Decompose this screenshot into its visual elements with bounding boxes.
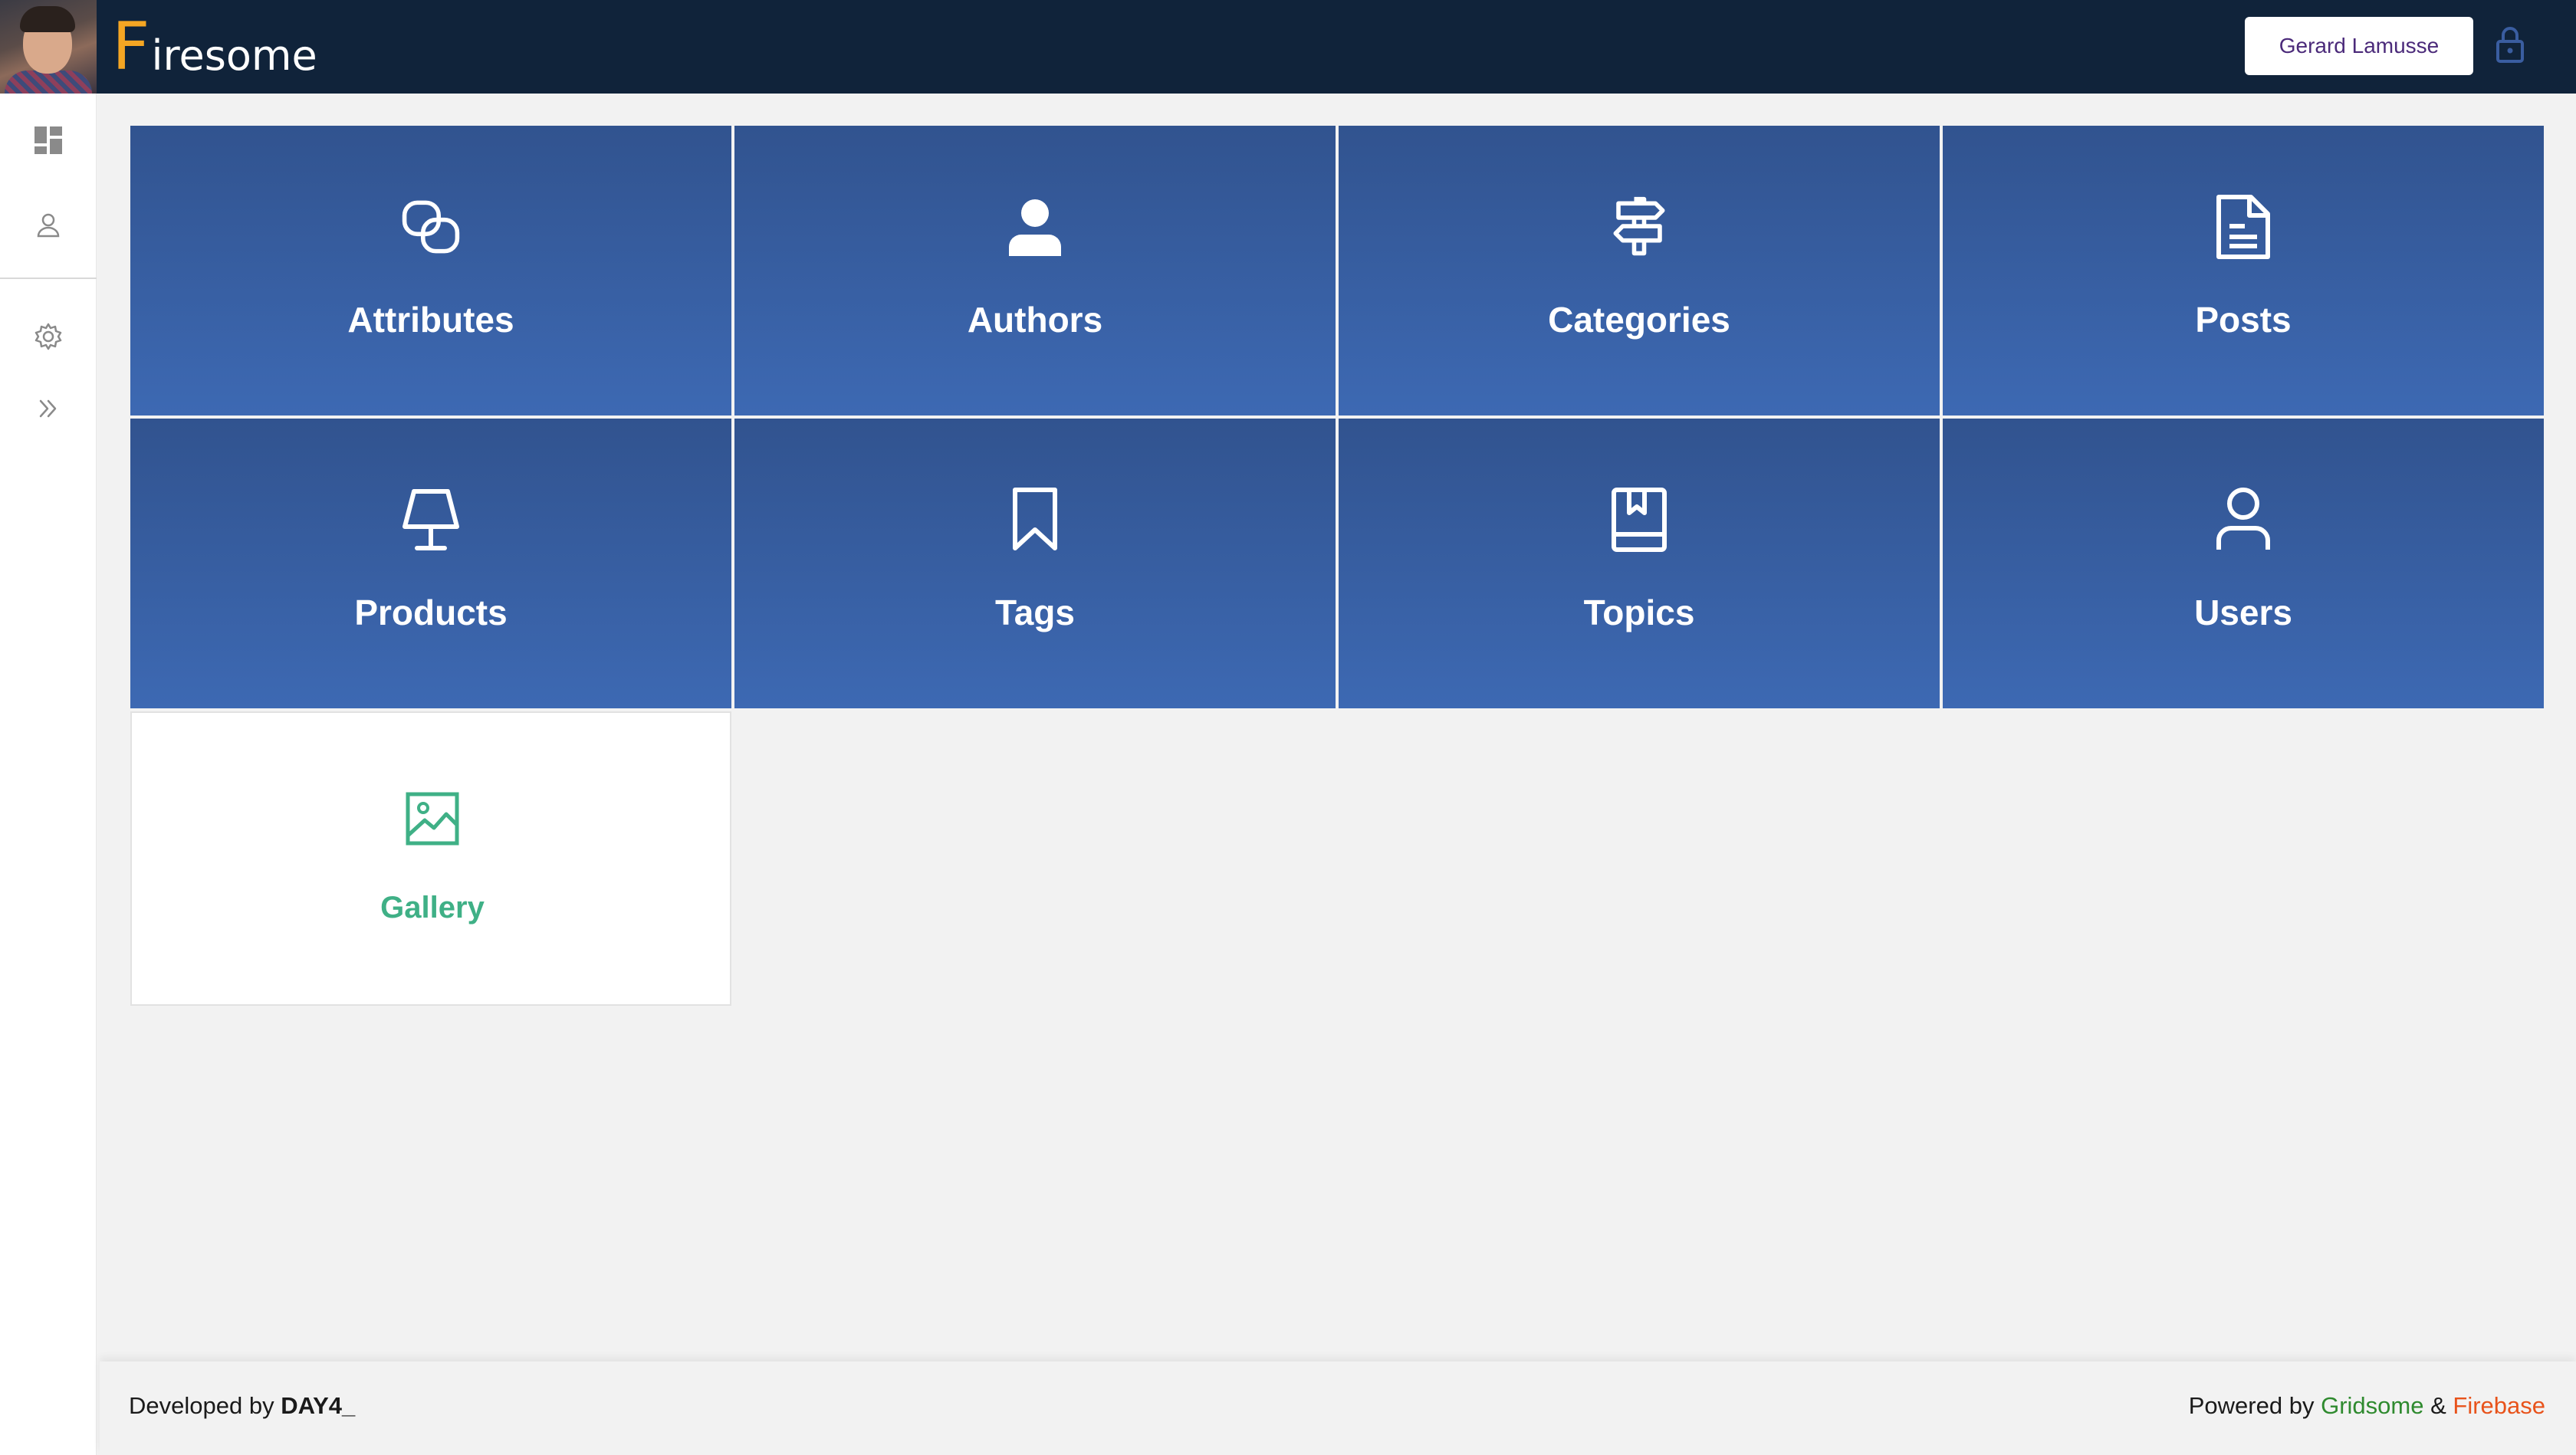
footer-developed: Developed by DAY4_	[129, 1392, 355, 1420]
developer-link[interactable]: DAY4_	[281, 1392, 355, 1419]
powered-prefix: Powered by	[2188, 1392, 2315, 1419]
tile-label: Products	[354, 593, 508, 632]
document-icon	[2213, 195, 2274, 259]
bookmark-icon	[1004, 488, 1066, 552]
app-logo[interactable]: F iresome	[112, 11, 317, 80]
user-name-button[interactable]: Gerard Lamusse	[2245, 17, 2473, 75]
tile-authors[interactable]: Authors	[734, 126, 1336, 415]
tile-users[interactable]: Users	[1943, 419, 2544, 708]
top-bar: F iresome Gerard Lamusse	[0, 0, 2576, 94]
signpost-icon	[1608, 195, 1670, 259]
tile-topics[interactable]: Topics	[1339, 419, 1940, 708]
expand-icon[interactable]	[29, 389, 67, 428]
logo-text: iresome	[151, 31, 317, 80]
sidebar	[0, 94, 97, 1455]
tile-label: Authors	[967, 300, 1103, 340]
sidebar-divider	[0, 278, 97, 279]
logo-letter: F	[112, 8, 150, 85]
tile-posts[interactable]: Posts	[1943, 126, 2544, 415]
dashboard-icon[interactable]	[29, 121, 67, 159]
developed-prefix: Developed by	[129, 1392, 274, 1419]
tile-label: Users	[2194, 593, 2292, 632]
footer: Developed by DAY4_ Powered by Gridsome &…	[100, 1361, 2576, 1455]
image-icon	[402, 787, 463, 851]
firebase-link[interactable]: Firebase	[2453, 1392, 2545, 1419]
lock-icon[interactable]	[2493, 25, 2527, 64]
user-outline-icon	[2213, 488, 2274, 552]
tile-attributes[interactable]: Attributes	[130, 126, 731, 415]
tile-label: Posts	[2195, 300, 2292, 340]
tile-label: Categories	[1548, 300, 1730, 340]
user-icon[interactable]	[29, 205, 67, 244]
link-icon	[400, 195, 462, 259]
user-avatar[interactable]	[0, 0, 97, 94]
tile-label: Tags	[995, 593, 1075, 632]
person-icon	[1004, 195, 1066, 259]
gridsome-link[interactable]: Gridsome	[2321, 1392, 2423, 1419]
tile-products[interactable]: Products	[130, 419, 731, 708]
tile-tags[interactable]: Tags	[734, 419, 1336, 708]
tile-label: Topics	[1583, 593, 1695, 632]
book-icon	[1608, 488, 1670, 552]
tile-label: Gallery	[380, 891, 485, 925]
footer-powered: Powered by Gridsome & Firebase	[2189, 1392, 2545, 1420]
settings-icon[interactable]	[29, 317, 67, 356]
tile-categories[interactable]: Categories	[1339, 126, 1940, 415]
tile-label: Attributes	[347, 300, 514, 340]
lamp-icon	[400, 488, 462, 552]
tile-gallery[interactable]: Gallery	[130, 711, 731, 1006]
amp-text: &	[2430, 1392, 2446, 1419]
